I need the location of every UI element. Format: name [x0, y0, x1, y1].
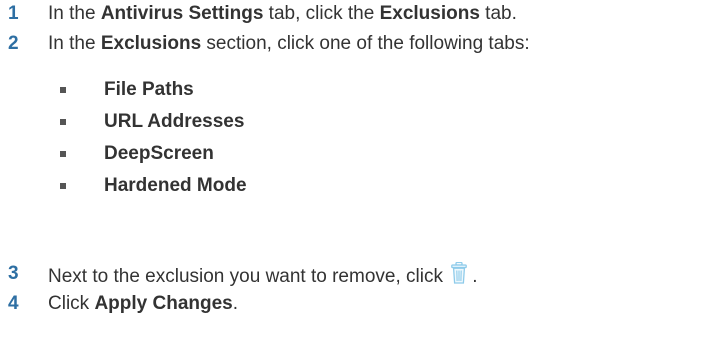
step-number: 3 — [8, 263, 19, 284]
ui-term-apply-changes: Apply Changes — [94, 293, 233, 314]
bullet-marker — [60, 119, 66, 125]
ui-term-exclusions: Exclusions — [379, 3, 480, 24]
ui-term-exclusions: Exclusions — [100, 33, 202, 54]
step-number: 2 — [8, 33, 19, 54]
step-number: 4 — [8, 293, 19, 314]
trash-icon — [451, 261, 467, 291]
bullet-marker — [60, 87, 66, 93]
step-text: In the Antivirus Settings tab, click the… — [48, 3, 517, 24]
ui-term-antivirus-settings: Antivirus Settings — [100, 3, 264, 24]
step-number: 1 — [8, 3, 19, 24]
step-text: In the Exclusions section, click one of … — [48, 33, 530, 54]
bullet-marker — [60, 183, 66, 189]
bullet-marker — [60, 151, 66, 157]
step-text: Next to the exclusion you want to remove… — [48, 261, 478, 291]
step-text: Click Apply Changes. — [48, 293, 239, 314]
